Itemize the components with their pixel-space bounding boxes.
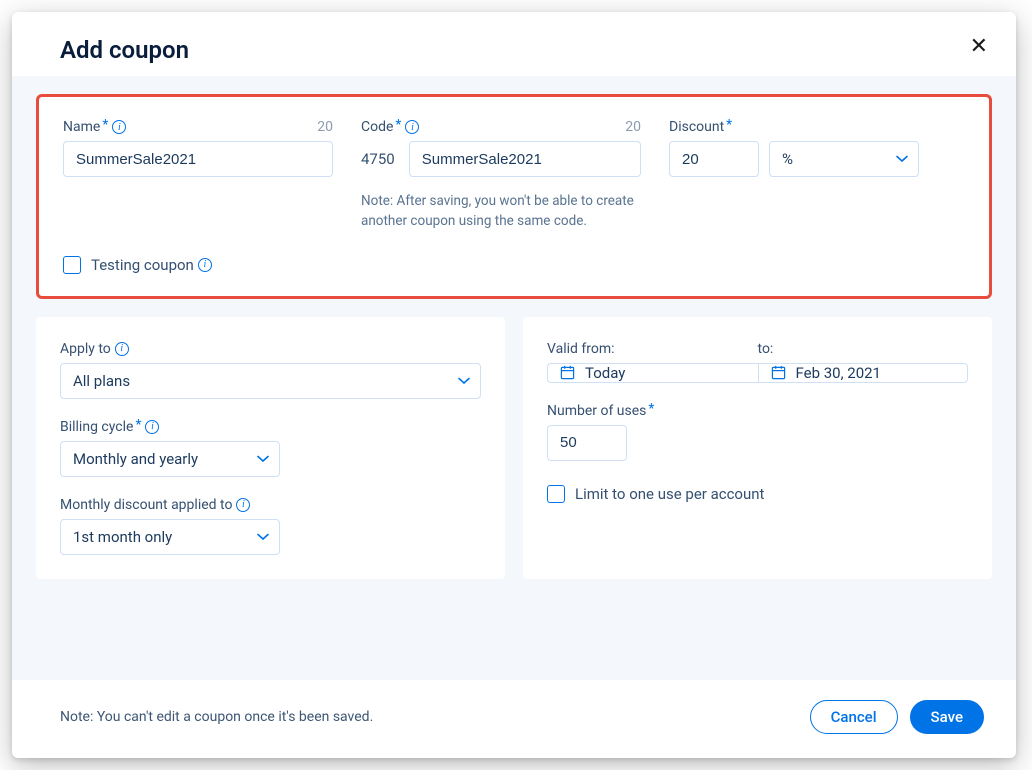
chevron-down-icon [257,455,269,463]
code-input[interactable] [409,141,641,177]
code-counter: 20 [625,119,641,135]
monthly-discount-select[interactable]: 1st month only [60,519,280,555]
uses-label: Number of uses* [547,403,968,419]
save-button[interactable]: Save [910,700,984,734]
add-coupon-modal: Add coupon ✕ Name* i 20 [12,12,1016,758]
limit-one-use-label: Limit to one use per account [575,485,764,503]
footer-note: Note: You can't edit a coupon once it's … [60,709,373,725]
code-label: Code* i [361,119,419,135]
info-icon[interactable]: i [112,120,126,134]
billing-cycle-select[interactable]: Monthly and yearly [60,441,280,477]
info-icon[interactable]: i [405,120,419,134]
chevron-down-icon [896,155,908,163]
calendar-icon [771,365,786,380]
billing-cycle-label: Billing cycle* i [60,419,481,435]
discount-label: Discount* [669,119,732,135]
modal-title: Add coupon [60,36,189,64]
cancel-button[interactable]: Cancel [810,700,898,734]
uses-input[interactable] [547,425,627,461]
info-icon[interactable]: i [115,342,129,356]
coupon-main-card: Name* i 20 Code* i 20 [36,94,992,299]
testing-coupon-label: Testing coupon i [91,256,212,274]
chevron-down-icon [458,377,470,385]
code-prefix: 4750 [361,141,401,177]
validity-card: Valid from: Today to: [523,317,992,579]
apply-to-label: Apply to i [60,341,481,357]
name-label: Name* i [63,119,126,135]
valid-to-input[interactable]: Feb 30, 2021 [758,363,969,383]
code-note: Note: After saving, you won't be able to… [361,191,641,232]
code-field-group: Code* i 20 4750 Note: After saving, you … [361,119,641,232]
name-field-group: Name* i 20 [63,119,333,177]
apply-to-select[interactable]: All plans [60,363,481,399]
monthly-discount-label: Monthly discount applied to i [60,497,481,513]
valid-to-label: to: [758,341,969,357]
calendar-icon [560,365,575,380]
discount-field-group: Discount* % [669,119,919,177]
name-input[interactable] [63,141,333,177]
valid-from-label: Valid from: [547,341,758,357]
limit-one-use-checkbox[interactable] [547,485,565,503]
modal-header: Add coupon ✕ [12,12,1016,76]
discount-value-input[interactable] [669,141,759,177]
chevron-down-icon [257,533,269,541]
modal-body: Name* i 20 Code* i 20 [12,76,1016,680]
close-icon[interactable]: ✕ [966,32,992,62]
info-icon[interactable]: i [236,498,250,512]
testing-coupon-row: Testing coupon i [63,256,965,274]
name-counter: 20 [317,119,333,135]
testing-coupon-checkbox[interactable] [63,256,81,274]
modal-footer: Note: You can't edit a coupon once it's … [12,680,1016,758]
apply-settings-card: Apply to i All plans Billing cycle* i [36,317,505,579]
valid-from-input[interactable]: Today [547,363,758,383]
info-icon[interactable]: i [198,258,212,272]
discount-unit-select[interactable]: % [769,141,919,177]
info-icon[interactable]: i [145,420,159,434]
